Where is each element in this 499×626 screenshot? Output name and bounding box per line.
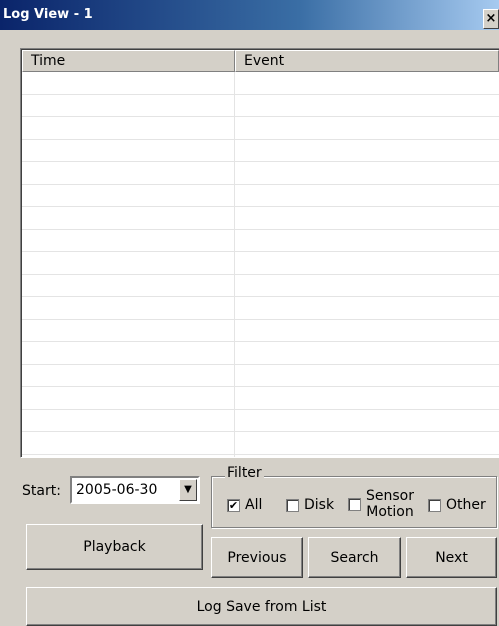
checkbox-disk-box[interactable] — [286, 498, 299, 512]
column-header-time[interactable]: Time — [22, 50, 235, 72]
previous-label: Previous — [227, 549, 287, 566]
search-label: Search — [330, 549, 379, 566]
filter-other-label: Other — [446, 497, 486, 513]
chevron-down-icon[interactable]: ▼ — [179, 479, 197, 501]
list-header: Time Event — [22, 50, 499, 72]
time-cell — [22, 252, 235, 274]
table-row[interactable] — [22, 297, 499, 320]
table-row[interactable] — [22, 454, 499, 458]
column-header-event[interactable]: Event — [235, 50, 499, 72]
table-row[interactable] — [22, 229, 499, 252]
previous-button[interactable]: Previous — [211, 537, 303, 578]
time-cell — [22, 274, 235, 296]
window-titlebar: Log View - 1 × — [0, 0, 499, 30]
log-save-label: Log Save from List — [196, 598, 327, 615]
time-cell — [22, 94, 235, 116]
filter-all-label: All — [245, 497, 263, 513]
search-button[interactable]: Search — [308, 537, 401, 578]
playback-label: Playback — [83, 539, 146, 555]
time-cell — [22, 387, 235, 409]
event-cell — [235, 185, 499, 207]
event-cell — [235, 140, 499, 162]
start-label: Start: — [22, 483, 61, 499]
filter-disk-checkbox[interactable]: Disk — [286, 497, 334, 513]
event-cell — [235, 72, 499, 94]
event-cell — [235, 432, 499, 454]
list-rows — [22, 72, 499, 457]
event-cell — [235, 320, 499, 342]
time-cell — [22, 184, 235, 206]
table-row[interactable] — [22, 409, 499, 432]
time-cell — [22, 162, 235, 184]
table-row[interactable] — [22, 274, 499, 297]
next-label: Next — [435, 549, 468, 566]
table-row[interactable] — [22, 94, 499, 117]
time-cell — [22, 297, 235, 319]
log-save-button[interactable]: Log Save from List — [26, 587, 497, 626]
event-cell — [235, 117, 499, 139]
filter-sensor-motion-checkbox[interactable]: Sensor Motion — [348, 488, 414, 520]
filter-other-checkbox[interactable]: Other — [428, 497, 486, 513]
close-button[interactable]: × — [483, 9, 499, 29]
event-cell — [235, 95, 499, 117]
next-button[interactable]: Next — [406, 537, 497, 578]
checkbox-all-box[interactable]: ✔ — [227, 498, 240, 512]
event-cell — [235, 275, 499, 297]
time-cell — [22, 117, 235, 139]
log-list[interactable]: Time Event — [20, 48, 499, 458]
time-cell — [22, 364, 235, 386]
filter-legend: Filter — [225, 465, 264, 481]
event-cell — [235, 342, 499, 364]
table-row[interactable] — [22, 72, 499, 95]
checkbox-sensor-motion-box[interactable] — [348, 497, 361, 511]
table-row[interactable] — [22, 432, 499, 455]
window-title: Log View - 1 — [3, 7, 93, 22]
event-cell — [235, 207, 499, 229]
playback-button[interactable]: Playback — [26, 524, 203, 570]
table-row[interactable] — [22, 139, 499, 162]
checkbox-other-box[interactable] — [428, 498, 441, 512]
time-cell — [22, 319, 235, 341]
table-row[interactable] — [22, 364, 499, 387]
time-cell — [22, 409, 235, 431]
event-cell — [235, 365, 499, 387]
sensor-label-line: Sensor — [366, 488, 414, 504]
table-row[interactable] — [22, 207, 499, 230]
filter-all-checkbox[interactable]: ✔ All — [227, 497, 262, 513]
event-cell — [235, 162, 499, 184]
time-cell — [22, 207, 235, 229]
check-icon: ✔ — [228, 498, 239, 512]
table-row[interactable] — [22, 117, 499, 140]
table-row[interactable] — [22, 162, 499, 185]
table-row[interactable] — [22, 252, 499, 275]
filter-sensor-motion-label: Sensor Motion — [366, 488, 414, 520]
motion-label-line: Motion — [366, 504, 414, 520]
filter-disk-label: Disk — [304, 497, 335, 513]
time-cell — [22, 454, 235, 457]
event-cell — [235, 252, 499, 274]
time-cell — [22, 432, 235, 454]
start-date-value: 2005-06-30 — [76, 482, 158, 498]
table-row[interactable] — [22, 184, 499, 207]
event-cell — [235, 230, 499, 252]
event-cell — [235, 455, 499, 458]
time-cell — [22, 72, 235, 94]
table-row[interactable] — [22, 342, 499, 365]
table-row[interactable] — [22, 319, 499, 342]
event-cell — [235, 297, 499, 319]
time-cell — [22, 139, 235, 161]
start-date-dropdown[interactable]: 2005-06-30 ▼ — [70, 476, 200, 504]
close-icon: × — [485, 11, 497, 26]
time-cell — [22, 342, 235, 364]
event-cell — [235, 387, 499, 409]
table-row[interactable] — [22, 387, 499, 410]
time-cell — [22, 229, 235, 251]
event-cell — [235, 410, 499, 432]
